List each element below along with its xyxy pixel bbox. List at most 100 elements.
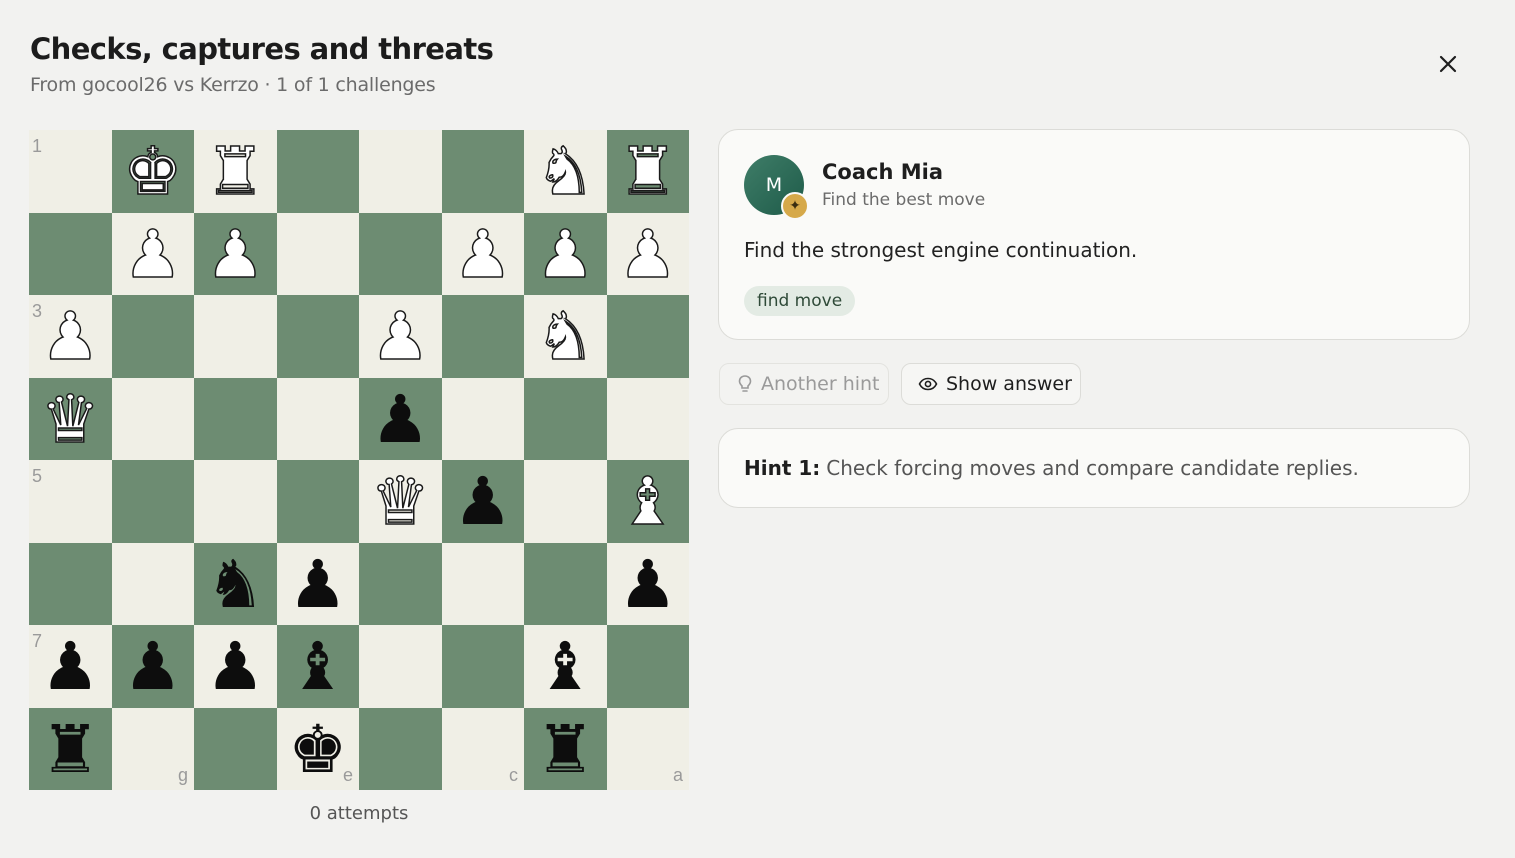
board-square[interactable] (359, 542, 442, 625)
board-square[interactable]: ♛ (29, 377, 112, 460)
board-square[interactable]: 1 (29, 130, 112, 213)
another-hint-button[interactable]: Another hint (719, 363, 889, 405)
close-button[interactable] (1430, 46, 1466, 82)
white-pawn-icon[interactable]: ♟ (370, 303, 431, 371)
board-square[interactable] (111, 377, 194, 460)
white-pawn-icon[interactable]: ♟ (535, 221, 596, 289)
white-bishop-icon[interactable]: ♝ (617, 468, 678, 536)
board-square[interactable] (524, 377, 607, 460)
board-square[interactable]: c (441, 707, 524, 790)
board-square[interactable]: ♟ (359, 295, 442, 378)
board-square[interactable]: ♞ (194, 542, 277, 625)
board-square[interactable] (606, 625, 689, 708)
coach-card: M ✦ Coach Mia Find the best move Find th… (718, 129, 1470, 340)
white-rook-icon[interactable]: ♜ (205, 138, 266, 206)
board-square[interactable]: 7 ♟ (29, 625, 112, 708)
board-square[interactable] (194, 377, 277, 460)
board-square[interactable]: ♟ (441, 460, 524, 543)
board-square[interactable]: ♟ (276, 542, 359, 625)
rank-label: 1 (32, 136, 43, 156)
board-square[interactable]: a (606, 707, 689, 790)
white-knight-icon[interactable]: ♞ (535, 138, 596, 206)
board-square[interactable] (111, 460, 194, 543)
board-square[interactable] (29, 212, 112, 295)
board-square[interactable]: ♛ (359, 460, 442, 543)
white-queen-icon[interactable]: ♛ (40, 386, 101, 454)
board-square[interactable] (276, 377, 359, 460)
white-pawn-icon[interactable]: ♟ (122, 221, 183, 289)
board-square[interactable] (441, 542, 524, 625)
board-square[interactable] (441, 130, 524, 213)
board-square[interactable]: ♚ (111, 130, 194, 213)
board-square[interactable] (276, 130, 359, 213)
board-square[interactable]: ♝ (524, 625, 607, 708)
board-square[interactable] (359, 625, 442, 708)
board-square[interactable]: ♝ (606, 460, 689, 543)
board-square[interactable] (441, 377, 524, 460)
black-pawn-icon[interactable]: ♟ (41, 634, 100, 700)
board-square[interactable] (194, 707, 277, 790)
white-king-icon[interactable]: ♚ (122, 138, 183, 206)
board-square[interactable] (441, 625, 524, 708)
board-square[interactable]: ♜ (606, 130, 689, 213)
board-square[interactable] (606, 377, 689, 460)
white-pawn-icon[interactable]: ♟ (205, 221, 266, 289)
board-square[interactable] (29, 542, 112, 625)
board-square[interactable]: g (111, 707, 194, 790)
board-square[interactable] (606, 295, 689, 378)
black-bishop-icon[interactable]: ♝ (536, 634, 595, 700)
white-pawn-icon[interactable]: ♟ (617, 221, 678, 289)
board-square[interactable]: ♜ (524, 707, 607, 790)
black-knight-icon[interactable]: ♞ (206, 551, 265, 618)
black-rook-icon[interactable]: ♜ (536, 716, 595, 783)
white-pawn-icon[interactable]: ♟ (452, 221, 513, 289)
board-square[interactable]: ♞ (524, 130, 607, 213)
show-answer-button[interactable]: Show answer (901, 363, 1081, 405)
board-square[interactable] (276, 212, 359, 295)
white-knight-icon[interactable]: ♞ (535, 303, 596, 371)
white-pawn-icon[interactable]: ♟ (40, 303, 101, 371)
board-square[interactable]: ♞ (524, 295, 607, 378)
black-king-icon[interactable]: ♚ (288, 716, 347, 783)
board-square[interactable] (194, 460, 277, 543)
black-pawn-icon[interactable]: ♟ (288, 551, 347, 618)
white-rook-icon[interactable]: ♜ (617, 138, 678, 206)
black-rook-icon[interactable]: ♜ (41, 716, 100, 783)
board-square[interactable]: ♟ (524, 212, 607, 295)
board-square[interactable]: ♟ (111, 625, 194, 708)
black-pawn-icon[interactable]: ♟ (371, 386, 430, 453)
board-square[interactable]: 5 (29, 460, 112, 543)
board-square[interactable]: ♟ (359, 377, 442, 460)
board-square[interactable] (359, 212, 442, 295)
board-square[interactable]: e ♚ (276, 707, 359, 790)
board-square[interactable]: ♝ (276, 625, 359, 708)
board-square[interactable]: ♟ (441, 212, 524, 295)
coach-role: Find the best move (822, 190, 986, 210)
board-square[interactable] (276, 295, 359, 378)
black-bishop-icon[interactable]: ♝ (288, 634, 347, 700)
board-square[interactable] (359, 707, 442, 790)
board-square[interactable] (359, 130, 442, 213)
chess-board[interactable]: 1 ♚ ♜ ♞ ♜ ♟ ♟ ♟ ♟ ♟ 3 ♟ ♟ ♞ ♛ ♟ 5 ♛ ♟ ♝ ♞ ♟ ♟ 7 ♟ ♟ ♟ ♝ ♝ ♜ g e ♚ c ♜ a (29, 130, 689, 790)
board-square[interactable] (194, 295, 277, 378)
board-square[interactable]: ♜ (194, 130, 277, 213)
black-pawn-icon[interactable]: ♟ (453, 469, 512, 535)
board-square[interactable] (441, 295, 524, 378)
board-square[interactable]: ♟ (606, 212, 689, 295)
board-square[interactable]: ♟ (111, 212, 194, 295)
board-square[interactable]: ♜ (29, 707, 112, 790)
board-square[interactable]: ♟ (194, 625, 277, 708)
board-square[interactable] (111, 295, 194, 378)
white-queen-icon[interactable]: ♛ (370, 468, 431, 536)
board-square[interactable] (524, 542, 607, 625)
board-square[interactable] (111, 542, 194, 625)
black-pawn-icon[interactable]: ♟ (123, 634, 182, 700)
board-square[interactable] (276, 460, 359, 543)
board-square[interactable] (524, 460, 607, 543)
board-square[interactable]: ♟ (194, 212, 277, 295)
file-label: c (509, 765, 518, 785)
board-square[interactable]: 3 ♟ (29, 295, 112, 378)
black-pawn-icon[interactable]: ♟ (618, 551, 677, 618)
black-pawn-icon[interactable]: ♟ (206, 634, 265, 700)
board-square[interactable]: ♟ (606, 542, 689, 625)
